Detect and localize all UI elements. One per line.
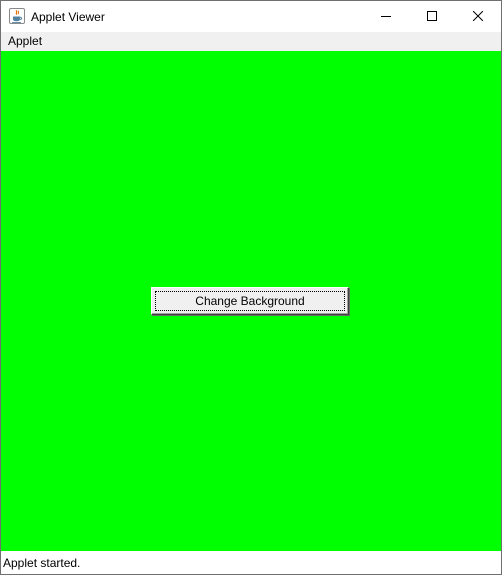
menu-bar: Applet bbox=[1, 32, 501, 51]
change-background-button[interactable]: Change Background bbox=[151, 287, 349, 315]
status-text: Applet started. bbox=[3, 556, 81, 570]
minimize-icon bbox=[381, 8, 391, 26]
minimize-button[interactable] bbox=[363, 1, 409, 32]
maximize-icon bbox=[427, 8, 437, 26]
window-title: Applet Viewer bbox=[31, 10, 105, 24]
applet-viewer-window: Applet Viewer Applet Change Background A… bbox=[0, 0, 502, 575]
title-bar[interactable]: Applet Viewer bbox=[1, 1, 501, 32]
maximize-button[interactable] bbox=[409, 1, 455, 32]
status-bar: Applet started. bbox=[1, 551, 501, 574]
close-button[interactable] bbox=[455, 1, 501, 32]
java-icon bbox=[9, 8, 25, 24]
menu-item-applet[interactable]: Applet bbox=[8, 34, 42, 49]
close-icon bbox=[472, 8, 484, 26]
change-background-label: Change Background bbox=[195, 294, 305, 308]
applet-canvas: Change Background bbox=[1, 51, 501, 551]
